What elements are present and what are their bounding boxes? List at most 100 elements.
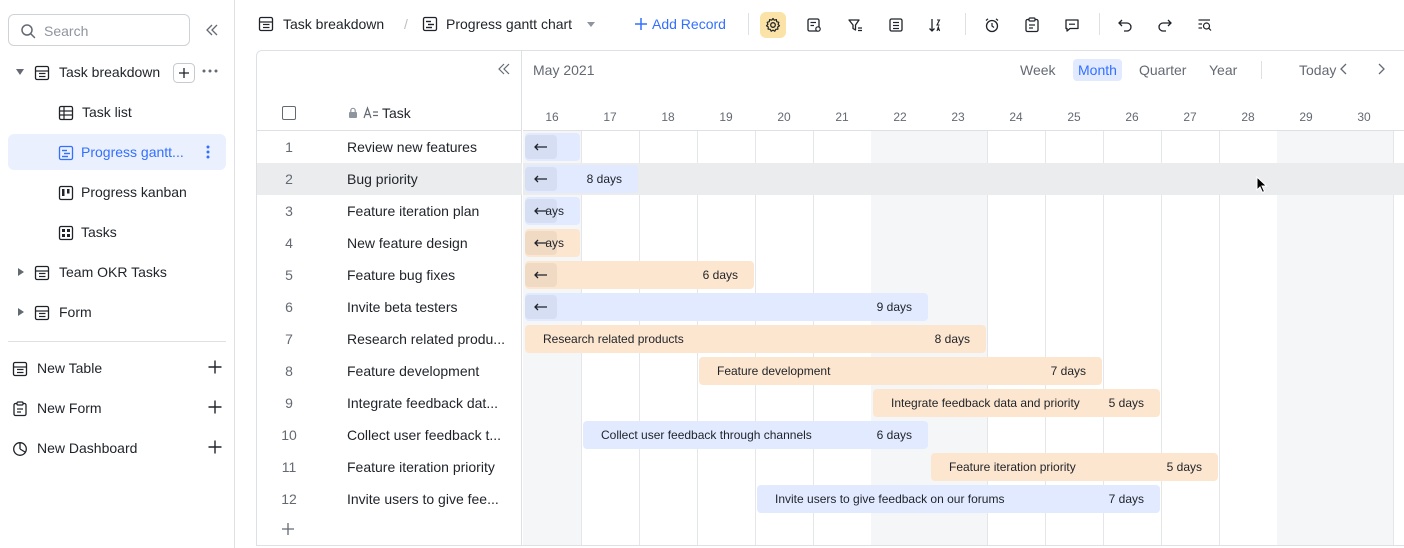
form-button[interactable] (1019, 12, 1045, 38)
group-button[interactable] (883, 12, 909, 38)
bar-duration: 7 days (1108, 492, 1144, 506)
sidebar-item-form[interactable]: Form (8, 294, 226, 330)
sort-button[interactable] (923, 12, 949, 38)
period-week[interactable]: Week (1015, 59, 1061, 81)
comment-button[interactable] (1059, 12, 1085, 38)
task-cell[interactable]: Invite beta testers (347, 299, 512, 315)
sidebar-item-team-okr-tasks[interactable]: Team OKR Tasks (8, 254, 226, 290)
today-button[interactable]: Today (1294, 59, 1341, 81)
new-table-button[interactable]: New Table (8, 350, 226, 386)
bar-duration: 6 days (702, 268, 738, 282)
add-icon[interactable] (173, 63, 195, 83)
collapse-grid-icon[interactable] (497, 62, 511, 76)
table-row[interactable]: 5 Feature bug fixes (257, 259, 522, 291)
scroll-to-start-arrow-icon[interactable] (525, 295, 557, 319)
table-row[interactable]: 6 Invite beta testers (257, 291, 522, 323)
gantt-bar[interactable]: Feature iteration priority 5 days (931, 453, 1218, 481)
table-row[interactable]: 9 Integrate feedback dat... (257, 387, 522, 419)
more-icon[interactable] (202, 69, 218, 73)
table-row[interactable]: 1 Review new features (257, 131, 522, 163)
task-cell[interactable]: Feature development (347, 363, 512, 379)
filter-icon (848, 19, 862, 32)
caret-down-icon[interactable] (15, 68, 25, 76)
table-icon (34, 305, 50, 321)
sidebar-item-task-breakdown[interactable]: Task breakdown (8, 54, 226, 90)
scroll-to-start-arrow-icon[interactable] (525, 167, 557, 191)
gantt-bar[interactable]: Research related products 8 days (525, 325, 986, 353)
chevron-left-icon[interactable] (1339, 63, 1349, 75)
table-row[interactable]: 12 Invite users to give fee... (257, 483, 522, 515)
plus-icon[interactable] (208, 440, 222, 454)
gantt-bar[interactable]: 9 days (525, 293, 928, 321)
new-dashboard-button[interactable]: New Dashboard (8, 430, 226, 466)
add-row-icon[interactable] (281, 522, 295, 536)
gantt-bar[interactable]: Collect user feedback through channels 6 … (583, 421, 928, 449)
plus-icon[interactable] (208, 360, 222, 374)
table-row[interactable]: 8 Feature development (257, 355, 522, 387)
breadcrumb-table[interactable]: Task breakdown (283, 16, 384, 32)
collapse-sidebar-icon[interactable] (204, 22, 220, 38)
chevron-right-icon[interactable] (1376, 63, 1386, 75)
view-name[interactable]: Progress gantt chart (446, 16, 572, 32)
settings-button[interactable] (760, 12, 786, 38)
add-record-button[interactable]: Add Record (652, 16, 726, 32)
reminder-button[interactable] (979, 12, 1005, 38)
search-records-button[interactable] (1192, 12, 1218, 38)
table-row[interactable]: 4 New feature design (257, 227, 522, 259)
gantt-bar[interactable]: 8 days (525, 165, 638, 193)
task-cell[interactable]: Feature bug fixes (347, 267, 512, 283)
gantt-bar[interactable]: Feature development 7 days (699, 357, 1102, 385)
redo-button[interactable] (1152, 12, 1178, 38)
plus-icon[interactable] (208, 400, 222, 414)
table-row[interactable]: 10 Collect user feedback t... (257, 419, 522, 451)
gantt-bar[interactable] (525, 133, 580, 161)
task-cell[interactable]: Collect user feedback t... (347, 427, 512, 443)
form-icon (13, 401, 27, 417)
search-box[interactable]: Search (8, 14, 190, 46)
table-row[interactable]: 3 Feature iteration plan (257, 195, 522, 227)
field-config-button[interactable] (801, 12, 827, 38)
search-input[interactable]: Search (44, 23, 88, 39)
sidebar-item-label: Task list (82, 104, 132, 120)
more-vertical-icon[interactable] (206, 145, 210, 159)
bar-label: Feature iteration priority (949, 460, 1076, 474)
task-cell[interactable]: Bug priority (347, 171, 512, 187)
table-row[interactable]: 11 Feature iteration priority (257, 451, 522, 483)
sidebar-item-progress-kanban[interactable]: Progress kanban (8, 174, 226, 210)
task-cell[interactable]: Integrate feedback dat... (347, 395, 512, 411)
gantt-bar[interactable]: 6 days (525, 261, 754, 289)
gantt-bar[interactable]: Invite users to give feedback on our for… (757, 485, 1160, 513)
period-month[interactable]: Month (1073, 59, 1122, 81)
scroll-to-start-arrow-icon[interactable] (525, 135, 557, 159)
caret-right-icon[interactable] (17, 307, 25, 317)
new-form-button[interactable]: New Form (8, 390, 226, 426)
row-number: 5 (285, 267, 293, 283)
gantt-bar[interactable]: ays (525, 197, 580, 225)
task-cell[interactable]: Feature iteration plan (347, 203, 512, 219)
sidebar-item-tasks[interactable]: Tasks (8, 214, 226, 250)
caret-right-icon[interactable] (17, 267, 25, 277)
add-icon[interactable] (634, 17, 648, 31)
task-cell[interactable]: Review new features (347, 139, 512, 155)
sidebar-item-task-list[interactable]: Task list (8, 94, 226, 130)
chevron-down-icon[interactable] (586, 21, 596, 28)
sidebar-item-label: Progress kanban (81, 184, 187, 200)
filter-button[interactable] (842, 12, 868, 38)
select-all-checkbox[interactable] (282, 106, 296, 120)
table-row[interactable]: 2 Bug priority (257, 163, 522, 195)
column-header-task[interactable]: Task (382, 105, 411, 121)
task-cell[interactable]: New feature design (347, 235, 512, 251)
sidebar-item-progress-gantt[interactable]: Progress gantt... (8, 134, 226, 170)
table-row[interactable]: 7 Research related produ... (257, 323, 522, 355)
gantt-bar[interactable]: ays (525, 229, 580, 257)
scroll-to-start-arrow-icon[interactable] (525, 263, 557, 287)
undo-button[interactable] (1112, 12, 1138, 38)
task-cell[interactable]: Invite users to give fee... (347, 491, 512, 507)
task-cell[interactable]: Feature iteration priority (347, 459, 512, 475)
bar-duration: ays (545, 204, 564, 218)
period-year[interactable]: Year (1204, 59, 1242, 81)
period-quarter[interactable]: Quarter (1134, 59, 1191, 81)
task-cell[interactable]: Research related produ... (347, 331, 512, 347)
row-number: 8 (285, 363, 293, 379)
gantt-bar[interactable]: Integrate feedback data and priority 5 da… (873, 389, 1160, 417)
